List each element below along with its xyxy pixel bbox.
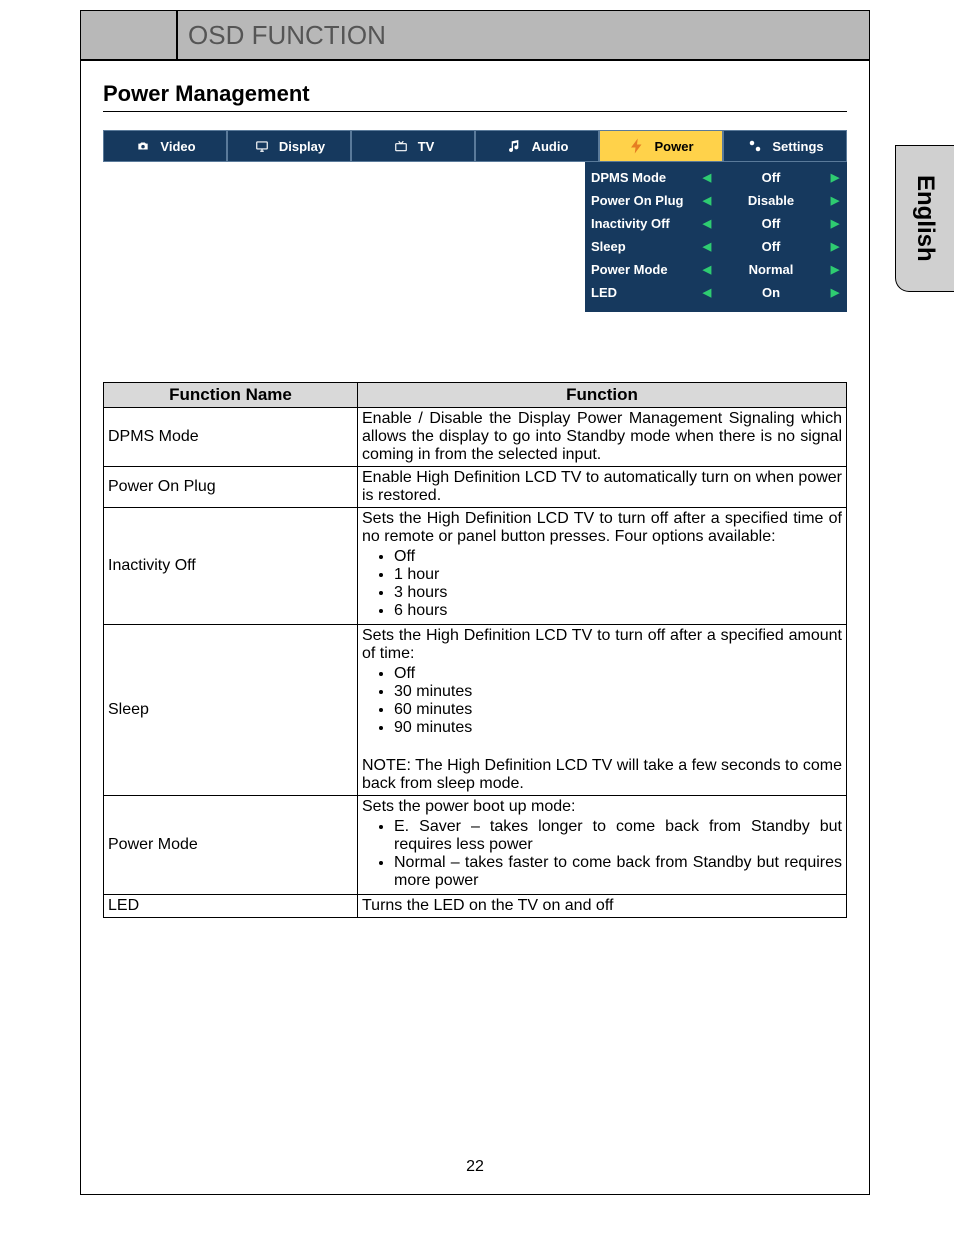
- row-desc: Sets the power boot up mode: E. Saver – …: [358, 796, 847, 895]
- header-bar: OSD FUNCTION: [81, 11, 869, 61]
- page-number: 22: [81, 1158, 869, 1176]
- row-desc-intro: Sets the power boot up mode:: [362, 798, 575, 815]
- row-bullets: E. Saver – takes longer to come back fro…: [394, 818, 842, 890]
- row-desc-outro: NOTE: The High Definition LCD TV will ta…: [362, 757, 842, 792]
- osd-tab-audio[interactable]: Audio: [475, 130, 599, 162]
- osd-tab-label: Audio: [532, 139, 569, 154]
- list-item: 6 hours: [394, 602, 842, 620]
- arrow-left-icon[interactable]: ◀: [701, 263, 713, 276]
- row-desc: Enable / Disable the Display Power Manag…: [358, 408, 847, 467]
- row-desc-intro: Sets the High Definition LCD TV to turn …: [362, 627, 842, 662]
- arrow-left-icon[interactable]: ◀: [701, 217, 713, 230]
- osd-tab-settings[interactable]: Settings: [723, 130, 847, 162]
- osd-row-dpms[interactable]: DPMS Mode ◀ Off ▶: [591, 166, 841, 189]
- list-item: 30 minutes: [394, 683, 842, 701]
- osd-row-inactivity[interactable]: Inactivity Off ◀ Off ▶: [591, 212, 841, 235]
- table-row: DPMS Mode Enable / Disable the Display P…: [104, 408, 847, 467]
- gears-icon: [746, 137, 764, 155]
- list-item: E. Saver – takes longer to come back fro…: [394, 818, 842, 854]
- arrow-right-icon[interactable]: ▶: [829, 263, 841, 276]
- osd-tab-label: TV: [418, 139, 435, 154]
- list-item: 1 hour: [394, 566, 842, 584]
- section-title: Power Management: [103, 81, 847, 112]
- osd-row-label: DPMS Mode: [591, 170, 701, 185]
- table-row: Power On Plug Enable High Definition LCD…: [104, 467, 847, 508]
- page-frame: OSD FUNCTION Power Management Video Disp…: [80, 10, 870, 1195]
- arrow-right-icon[interactable]: ▶: [829, 194, 841, 207]
- table-row: LED Turns the LED on the TV on and off: [104, 895, 847, 918]
- table-header-row: Function Name Function: [104, 383, 847, 408]
- osd-row-value: Off: [713, 239, 829, 254]
- arrow-left-icon[interactable]: ◀: [701, 240, 713, 253]
- osd-menu: Video Display TV Audio: [103, 130, 847, 312]
- list-item: Normal – takes faster to come back from …: [394, 854, 842, 890]
- table-row: Sleep Sets the High Definition LCD TV to…: [104, 625, 847, 796]
- table-row: Inactivity Off Sets the High Definition …: [104, 508, 847, 625]
- arrow-right-icon[interactable]: ▶: [829, 171, 841, 184]
- arrow-left-icon[interactable]: ◀: [701, 194, 713, 207]
- row-name: DPMS Mode: [104, 408, 358, 467]
- list-item: 3 hours: [394, 584, 842, 602]
- row-desc: Turns the LED on the TV on and off: [358, 895, 847, 918]
- list-item: 60 minutes: [394, 701, 842, 719]
- row-desc: Sets the High Definition LCD TV to turn …: [358, 625, 847, 796]
- camera-icon: [134, 137, 152, 155]
- header-title: OSD FUNCTION: [178, 11, 869, 59]
- arrow-right-icon[interactable]: ▶: [829, 286, 841, 299]
- table-header-func: Function: [358, 383, 847, 408]
- osd-tab-video[interactable]: Video: [103, 130, 227, 162]
- osd-row-label: Sleep: [591, 239, 701, 254]
- music-icon: [506, 137, 524, 155]
- osd-tab-label: Power: [654, 139, 693, 154]
- row-bullets: Off 30 minutes 60 minutes 90 minutes: [394, 665, 842, 737]
- osd-row-value: Disable: [713, 193, 829, 208]
- row-bullets: Off 1 hour 3 hours 6 hours: [394, 548, 842, 620]
- osd-row-value: Off: [713, 170, 829, 185]
- row-name: Power On Plug: [104, 467, 358, 508]
- tv-icon: [392, 137, 410, 155]
- osd-row-value: On: [713, 285, 829, 300]
- osd-tab-label: Settings: [772, 139, 823, 154]
- row-name: Inactivity Off: [104, 508, 358, 625]
- row-name: Power Mode: [104, 796, 358, 895]
- arrow-left-icon[interactable]: ◀: [701, 171, 713, 184]
- osd-row-label: Power Mode: [591, 262, 701, 277]
- arrow-right-icon[interactable]: ▶: [829, 217, 841, 230]
- list-item: Off: [394, 665, 842, 683]
- osd-tab-power[interactable]: Power: [599, 130, 723, 162]
- osd-tab-tv[interactable]: TV: [351, 130, 475, 162]
- osd-row-led[interactable]: LED ◀ On ▶: [591, 281, 841, 304]
- row-name: LED: [104, 895, 358, 918]
- function-table: Function Name Function DPMS Mode Enable …: [103, 382, 847, 918]
- osd-row-powermode[interactable]: Power Mode ◀ Normal ▶: [591, 258, 841, 281]
- row-desc: Sets the High Definition LCD TV to turn …: [358, 508, 847, 625]
- language-tab: English: [895, 145, 954, 292]
- row-desc: Enable High Definition LCD TV to automat…: [358, 467, 847, 508]
- header-empty-cell: [81, 11, 178, 59]
- osd-row-value: Off: [713, 216, 829, 231]
- arrow-right-icon[interactable]: ▶: [829, 240, 841, 253]
- table-row: Power Mode Sets the power boot up mode: …: [104, 796, 847, 895]
- osd-row-poweronplug[interactable]: Power On Plug ◀ Disable ▶: [591, 189, 841, 212]
- table-header-name: Function Name: [104, 383, 358, 408]
- osd-tab-bar: Video Display TV Audio: [103, 130, 847, 162]
- monitor-icon: [253, 137, 271, 155]
- language-tab-label: English: [911, 175, 939, 262]
- row-desc-intro: Sets the High Definition LCD TV to turn …: [362, 510, 842, 545]
- osd-tab-label: Video: [160, 139, 195, 154]
- osd-power-panel: DPMS Mode ◀ Off ▶ Power On Plug ◀ Disabl…: [585, 162, 847, 312]
- arrow-left-icon[interactable]: ◀: [701, 286, 713, 299]
- osd-tab-label: Display: [279, 139, 325, 154]
- list-item: Off: [394, 548, 842, 566]
- osd-row-label: Power On Plug: [591, 193, 701, 208]
- osd-tab-display[interactable]: Display: [227, 130, 351, 162]
- osd-row-sleep[interactable]: Sleep ◀ Off ▶: [591, 235, 841, 258]
- list-item: 90 minutes: [394, 719, 842, 737]
- osd-row-value: Normal: [713, 262, 829, 277]
- row-name: Sleep: [104, 625, 358, 796]
- osd-row-label: Inactivity Off: [591, 216, 701, 231]
- osd-row-label: LED: [591, 285, 701, 300]
- power-icon: [628, 137, 646, 155]
